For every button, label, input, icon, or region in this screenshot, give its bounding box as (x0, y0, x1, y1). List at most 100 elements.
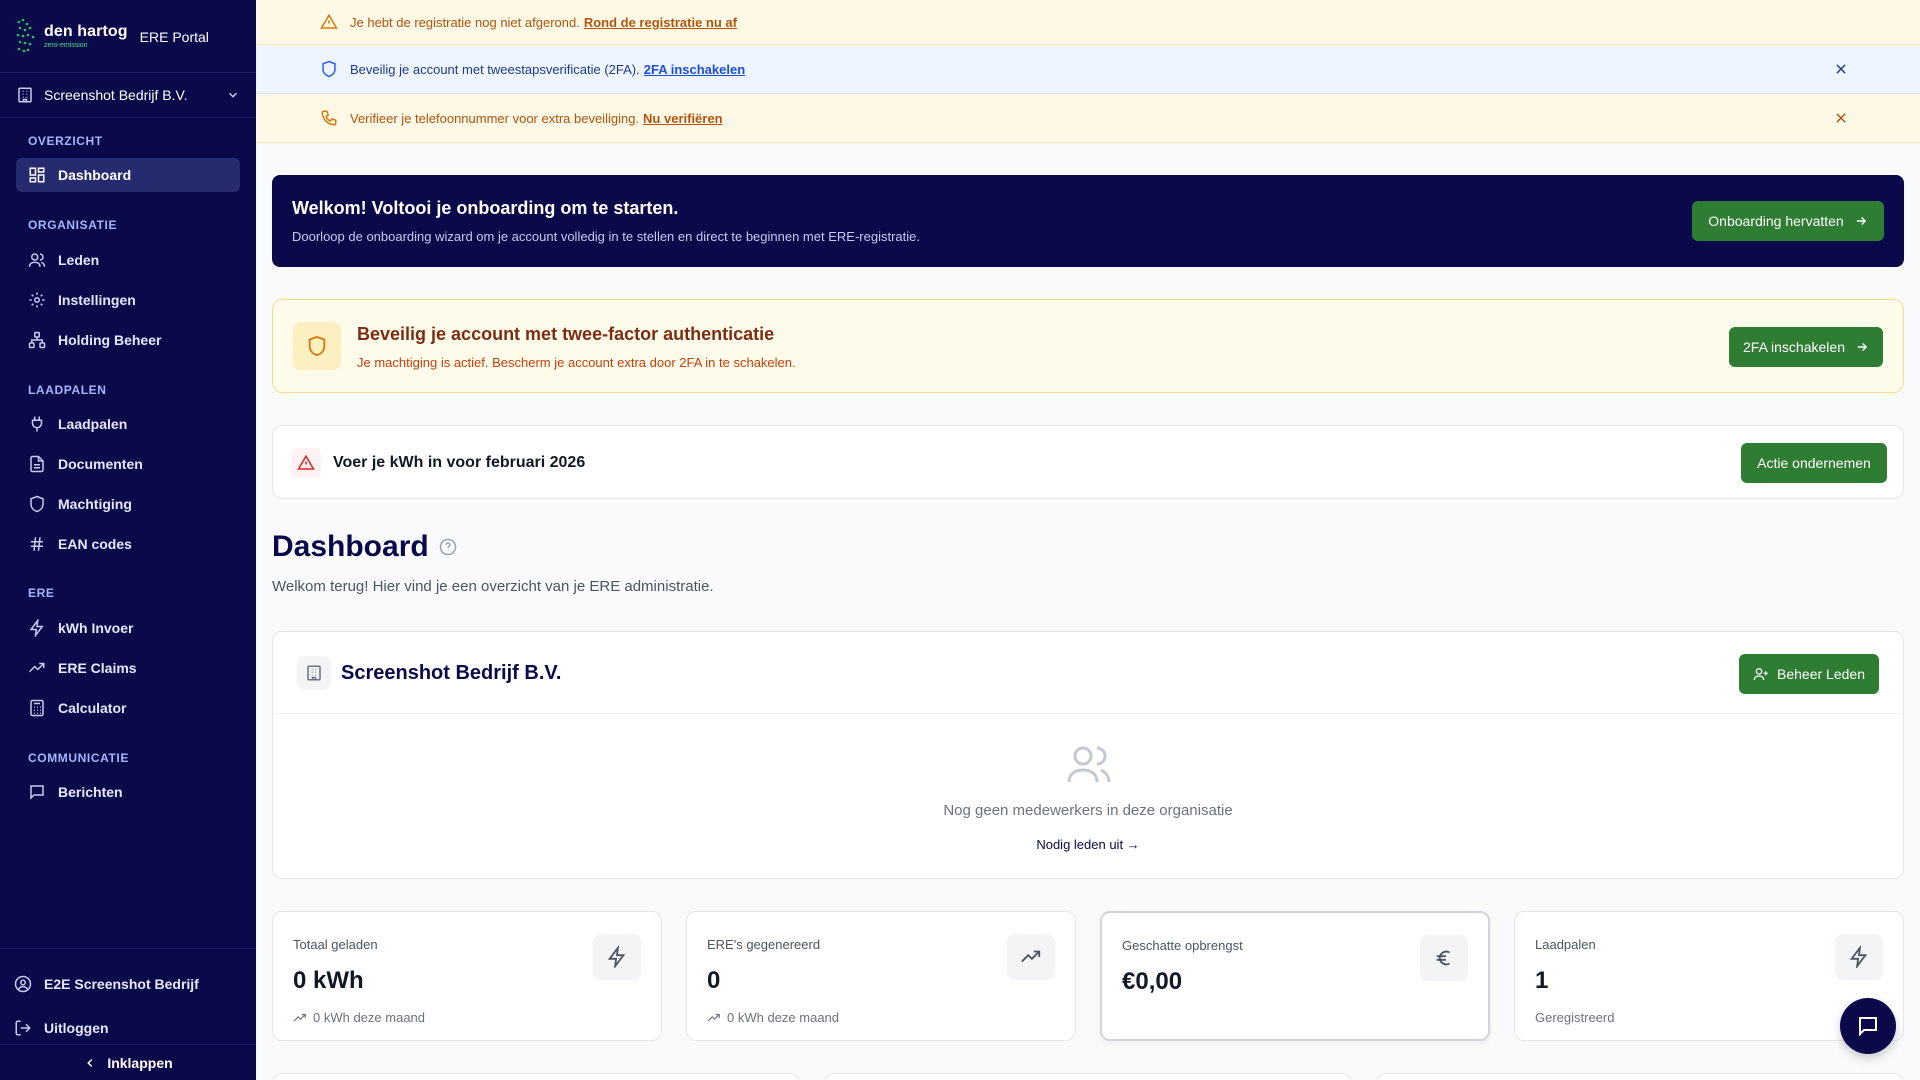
nav-label: Machtiging (58, 496, 132, 512)
close-icon[interactable] (1834, 111, 1848, 125)
phone-banner: Verifieer je telefoonnummer voor extra b… (256, 94, 1920, 143)
nav-item-ere-claims[interactable]: ERE Claims (16, 651, 240, 685)
onboarding-title: Welkom! Voltooi je onboarding om te star… (292, 198, 679, 218)
nav-item-ean-codes[interactable]: EAN codes (16, 527, 240, 561)
stat-icon-box (1420, 935, 1468, 981)
euro-icon (1436, 950, 1450, 966)
organization-badge (297, 656, 331, 690)
hierarchy-icon (28, 331, 46, 349)
enable-2fa-button[interactable]: 2FA inschakelen (1729, 327, 1883, 367)
manage-members-button[interactable]: Beheer Leden (1739, 654, 1879, 694)
account-name: E2E Screenshot Bedrijf (44, 976, 199, 992)
calculator-icon (30, 699, 44, 717)
sidebar-footer: E2E Screenshot Bedrijf Uitloggen (0, 948, 256, 1036)
user-circle-icon (14, 975, 32, 993)
button-label: Actie ondernemen (1757, 455, 1871, 471)
stat-label: ERE's gegenereerd (707, 937, 821, 952)
button-label: 2FA inschakelen (1743, 339, 1845, 355)
onboarding-card: Welkom! Voltooi je onboarding om te star… (272, 175, 1904, 267)
nav-item-laadpalen[interactable]: Laadpalen (16, 407, 240, 441)
stat-value: 0 (707, 967, 721, 994)
invite-members-link[interactable]: Nodig leden uit → (273, 837, 1903, 852)
registration-banner-text: Je hebt de registratie nog niet afgerond… (350, 14, 580, 30)
kwh-reminder-card: Voer je kWh in voor februari 2026 Actie … (272, 425, 1904, 499)
plug-icon (31, 416, 43, 432)
kwh-reminder-title: Voer je kWh in voor februari 2026 (333, 454, 586, 471)
arrow-right-icon (1857, 342, 1868, 352)
page-title: Dashboard (272, 530, 457, 564)
gear-icon (29, 292, 45, 308)
brand-name: den hartog (44, 22, 128, 40)
building-icon (307, 665, 321, 681)
trending-up-icon (293, 1013, 306, 1021)
logout-button[interactable]: Uitloggen (14, 1013, 109, 1043)
twofa-subtitle: Je machtiging is actief. Bescherm je acc… (357, 355, 796, 370)
trending-up-icon (1021, 950, 1041, 963)
lightning-icon (29, 619, 44, 637)
lower-card-peek (824, 1073, 1352, 1080)
shield-icon (30, 495, 44, 513)
nav-section-overzicht: OVERZICHT (28, 134, 103, 148)
nav-item-dashboard[interactable]: Dashboard (16, 158, 240, 192)
chat-button[interactable] (1840, 998, 1896, 1054)
stat-label: Totaal geladen (293, 937, 378, 952)
take-action-button[interactable]: Actie ondernemen (1741, 443, 1887, 483)
verify-phone-link[interactable]: Nu verifiëren (643, 111, 722, 126)
nav-item-leden[interactable]: Leden (16, 243, 240, 277)
resume-onboarding-button[interactable]: Onboarding hervatten (1692, 201, 1884, 241)
nav-section-communicatie: COMMUNICATIE (28, 751, 129, 765)
nav-item-documenten[interactable]: Documenten (16, 447, 240, 481)
nav-section-laadpalen: LAADPALEN (28, 383, 107, 397)
help-circle-icon[interactable] (439, 538, 457, 556)
nav-label: Laadpalen (58, 416, 128, 432)
twofa-banner: Beveilig je account met tweestapsverific… (256, 45, 1920, 94)
arrow-right-icon (1856, 216, 1866, 226)
users-icon (1067, 746, 1111, 783)
enable-2fa-link[interactable]: 2FA inschakelen (644, 62, 745, 77)
nav-item-instellingen[interactable]: Instellingen (16, 283, 240, 317)
nav-item-kwh-invoer[interactable]: kWh Invoer (16, 611, 240, 645)
chevron-down-icon (228, 92, 238, 98)
grid-icon (29, 167, 45, 183)
trending-up-icon (28, 662, 45, 673)
stat-sub-text: 0 kWh deze maand (313, 1010, 426, 1025)
stat-icon-box (1835, 934, 1883, 980)
users-icon (28, 253, 46, 267)
message-icon (30, 785, 44, 800)
lightning-icon (1849, 946, 1868, 968)
stat-card-ere-generated: ERE's gegenereerd 0 0 kWh deze maand (686, 911, 1076, 1041)
trending-up-icon (707, 1013, 720, 1021)
twofa-card: Beveilig je account met twee-factor auth… (272, 299, 1904, 393)
twofa-banner-text: Beveilig je account met tweestapsverific… (350, 61, 640, 77)
organization-card-header: Screenshot Bedrijf B.V. Beheer Leden (273, 632, 1903, 714)
nav-label: Calculator (58, 700, 127, 716)
stat-sub: 0 kWh deze maand (293, 1010, 425, 1025)
nav-item-berichten[interactable]: Berichten (16, 775, 240, 809)
organization-title: Screenshot Bedrijf B.V. (341, 662, 562, 684)
stat-label: Geschatte opbrengst (1122, 938, 1243, 953)
finish-registration-link[interactable]: Rond de registratie nu af (584, 15, 737, 30)
page-title-text: Dashboard (272, 530, 429, 563)
button-label: Beheer Leden (1777, 666, 1865, 682)
nav-item-machtiging[interactable]: Machtiging (16, 487, 240, 521)
lower-card-peek (1376, 1073, 1904, 1080)
close-icon[interactable] (1834, 62, 1848, 76)
nav-label: ERE Claims (58, 660, 137, 676)
chevron-left-icon (87, 1058, 93, 1067)
account-item[interactable]: E2E Screenshot Bedrijf (14, 969, 199, 999)
portal-name: ERE Portal (139, 29, 209, 45)
brand-tagline: zero-emission (44, 41, 88, 49)
nav-item-holding-beheer[interactable]: Holding Beheer (16, 323, 240, 357)
brand[interactable]: den hartog zero-emission ERE Portal (16, 14, 246, 58)
organization-name: Screenshot Bedrijf B.V. (44, 87, 188, 103)
collapse-sidebar-button[interactable]: Inklappen (0, 1044, 256, 1080)
nav-item-calculator[interactable]: Calculator (16, 691, 240, 725)
nav-label: Holding Beheer (58, 332, 162, 348)
stat-card-estimated-revenue[interactable]: Geschatte opbrengst €0,00 (1100, 911, 1490, 1041)
stat-label: Laadpalen (1535, 937, 1596, 952)
stat-sub: 0 kWh deze maand (707, 1010, 839, 1025)
organization-switcher[interactable]: Screenshot Bedrijf B.V. (0, 72, 256, 118)
twofa-title: Beveilig je account met twee-factor auth… (357, 324, 775, 344)
stat-icon-box (593, 934, 641, 980)
stat-value: 0 kWh (293, 967, 364, 994)
